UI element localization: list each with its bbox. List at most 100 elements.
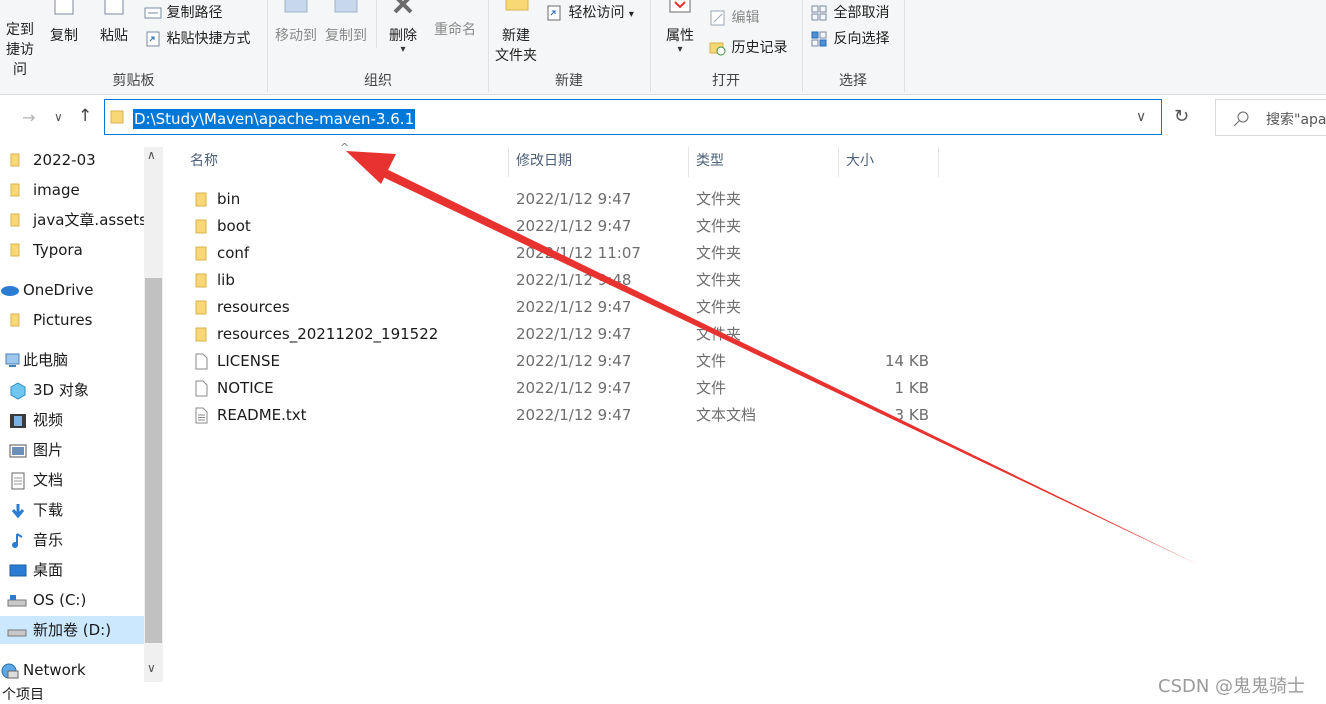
file-icon — [195, 353, 208, 370]
sidebar-item-music[interactable]: 音乐 — [0, 526, 144, 554]
address-dropdown-chevron-icon[interactable]: ∨ — [1136, 109, 1146, 125]
recent-locations-chevron-icon[interactable]: ∨ — [54, 110, 63, 124]
navigation-pane: 2022-03 image java文章.assets Typora OneDr… — [0, 143, 163, 684]
file-row-notice[interactable]: NOTICE 2022/1/12 9:47 文件 1 KB — [188, 375, 948, 402]
file-date: 2022/1/12 9:48 — [516, 271, 632, 289]
divider — [376, 0, 377, 48]
paste-shortcut-button[interactable]: 粘贴快捷方式 — [144, 29, 250, 49]
new-folder-button[interactable]: 新建 文件夹 — [492, 0, 540, 66]
column-divider[interactable] — [838, 147, 839, 177]
search-placeholder: 搜索"apa — [1266, 112, 1326, 128]
sidebar-item-desktop[interactable]: 桌面 — [0, 556, 144, 584]
new-group-label: 新建 — [555, 73, 583, 89]
sidebar-item-2022-03[interactable]: 2022-03 — [0, 146, 144, 174]
column-divider[interactable] — [688, 147, 689, 177]
file-row-lib[interactable]: lib 2022/1/12 9:48 文件夹 — [188, 267, 948, 294]
file-date: 2022/1/12 9:47 — [516, 217, 632, 235]
properties-button[interactable]: 属性 ▾ — [660, 0, 700, 55]
select-none-button[interactable]: 全部取消 — [811, 3, 889, 23]
copy-path-button[interactable]: 复制路径 — [144, 3, 222, 23]
file-row-conf[interactable]: conf 2022/1/12 11:07 文件夹 — [188, 240, 948, 267]
delete-label: 删除 — [389, 28, 417, 44]
file-date: 2022/1/12 9:47 — [516, 406, 632, 424]
file-icon — [195, 380, 208, 397]
sidebar-item-videos[interactable]: 视频 — [0, 406, 144, 434]
paste-button[interactable]: 粘贴 — [96, 0, 132, 46]
file-name: README.txt — [217, 406, 307, 424]
sidebar-item-java-assets[interactable]: java文章.assets — [0, 206, 147, 234]
properties-icon — [669, 0, 691, 13]
file-date: 2022/1/12 9:47 — [516, 298, 632, 316]
sidebar-item-label: java文章.assets — [33, 211, 147, 229]
rename-button[interactable]: 重命名 — [430, 20, 480, 40]
status-item-count: 个项目 — [2, 687, 44, 703]
chevron-down-icon: ▾ — [677, 44, 683, 55]
file-type: 文件夹 — [696, 325, 742, 343]
sidebar-scrollbar-thumb[interactable] — [145, 278, 162, 643]
delete-button[interactable]: 删除 ▾ — [384, 0, 422, 55]
sidebar-item-label: 视频 — [33, 411, 64, 429]
sidebar-item-label: 3D 对象 — [33, 381, 89, 399]
sidebar-item-downloads[interactable]: 下载 — [0, 496, 144, 524]
folder-icon — [10, 153, 20, 167]
file-name: conf — [217, 244, 250, 262]
column-header-size[interactable]: 大小 — [846, 151, 874, 171]
sidebar-item-onedrive[interactable]: OneDrive — [0, 276, 144, 304]
address-path-text[interactable]: D:\Study\Maven\apache-maven-3.6.1 — [133, 109, 416, 129]
move-to-button[interactable]: 移动到 — [272, 0, 320, 46]
sidebar-item-documents[interactable]: 文档 — [0, 466, 144, 494]
paste-shortcut-label: 粘贴快捷方式 — [166, 31, 251, 47]
sidebar-item-new-volume-d[interactable]: 新加卷 (D:) — [0, 616, 144, 644]
file-type: 文件夹 — [696, 298, 742, 316]
refresh-icon[interactable]: ↻ — [1174, 106, 1189, 127]
sidebar-item-pictures-lib[interactable]: 图片 — [0, 436, 144, 464]
file-date: 2022/1/12 9:47 — [516, 190, 632, 208]
file-row-readme[interactable]: README.txt 2022/1/12 9:47 文本文档 3 KB — [188, 402, 948, 429]
file-row-license[interactable]: LICENSE 2022/1/12 9:47 文件 14 KB — [188, 348, 948, 375]
folder-icon — [195, 273, 207, 288]
up-arrow-icon[interactable]: ↑ — [78, 106, 92, 126]
column-header-modified[interactable]: 修改日期 — [516, 151, 572, 171]
history-label: 历史记录 — [731, 40, 788, 56]
file-type: 文件夹 — [696, 244, 742, 262]
sidebar-item-pictures[interactable]: Pictures — [0, 306, 144, 334]
sidebar-item-label: OneDrive — [23, 281, 94, 299]
copy-button[interactable]: 复制 — [46, 0, 82, 46]
file-row-boot[interactable]: boot 2022/1/12 9:47 文件夹 — [188, 213, 948, 240]
copy-to-button[interactable]: 复制到 — [322, 0, 370, 46]
new-folder-icon — [505, 0, 529, 11]
forward-arrow-icon[interactable]: → — [22, 108, 35, 127]
file-name: resources_20211202_191522 — [217, 325, 439, 343]
copy-to-icon — [334, 0, 358, 13]
search-icon — [1233, 111, 1249, 127]
scroll-down-arrow-icon[interactable]: ∨ — [147, 661, 156, 675]
paste-icon — [104, 0, 124, 15]
sidebar-item-3d-objects[interactable]: 3D 对象 — [0, 376, 144, 404]
sidebar-item-image[interactable]: image — [0, 176, 144, 204]
file-row-resources-backup[interactable]: resources_20211202_191522 2022/1/12 9:47… — [188, 321, 948, 348]
column-divider[interactable] — [508, 147, 509, 177]
sidebar-item-label: image — [33, 181, 80, 199]
sidebar-item-typora[interactable]: Typora — [0, 236, 144, 264]
sidebar-item-this-pc[interactable]: 此电脑 — [0, 346, 144, 374]
sidebar-item-os-c[interactable]: OS (C:) — [0, 586, 144, 614]
scroll-up-arrow-icon[interactable]: ∧ — [147, 148, 156, 162]
watermark: CSDN @鬼鬼骑士 — [1158, 676, 1306, 697]
column-header-name[interactable]: 名称 — [190, 151, 218, 171]
arrow-head — [346, 151, 396, 184]
easy-access-label: 轻松访问 — [568, 5, 625, 21]
easy-access-button[interactable]: 轻松访问 ▾ — [546, 3, 634, 25]
history-button[interactable]: 历史记录 — [709, 38, 787, 58]
folder-icon — [10, 243, 20, 257]
sidebar-item-label: 2022-03 — [33, 151, 96, 169]
sidebar-item-network[interactable]: Network — [0, 656, 144, 684]
column-header-type[interactable]: 类型 — [696, 151, 724, 171]
file-row-bin[interactable]: bin 2022/1/12 9:47 文件夹 — [188, 186, 948, 213]
edit-button[interactable]: 编辑 — [709, 8, 759, 28]
file-row-resources[interactable]: resources 2022/1/12 9:47 文件夹 — [188, 294, 948, 321]
file-type: 文件夹 — [696, 190, 742, 208]
paste-shortcut-icon — [146, 31, 160, 47]
column-divider[interactable] — [938, 147, 939, 177]
history-icon — [709, 42, 726, 56]
invert-selection-button[interactable]: 反向选择 — [811, 29, 889, 49]
